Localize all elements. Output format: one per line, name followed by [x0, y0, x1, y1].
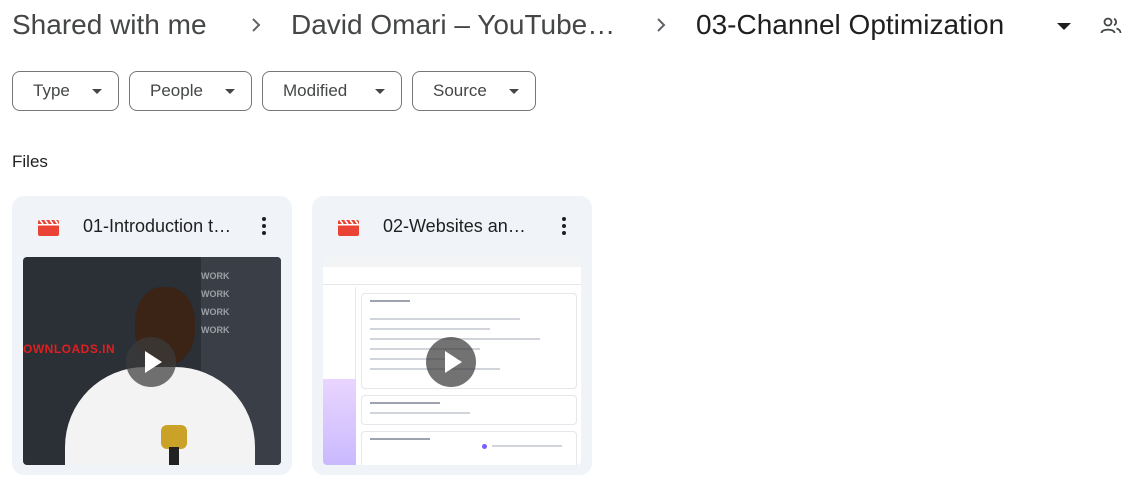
more-options-icon[interactable]: [552, 214, 576, 238]
video-thumbnail[interactable]: [323, 257, 581, 465]
chip-label: People: [150, 81, 203, 100]
file-card[interactable]: 01-Introduction to Channel Optimization …: [12, 196, 292, 475]
people-icon[interactable]: [1099, 14, 1123, 38]
thumb-nav-bar: [323, 275, 581, 285]
video-thumbnail[interactable]: WORK WORK WORK WORK OWNLOADS.IN: [23, 257, 281, 465]
thumb-panel: [361, 395, 577, 425]
caret-down-icon: [509, 89, 519, 94]
more-options-icon[interactable]: [252, 214, 276, 238]
source-filter-chip[interactable]: Source: [412, 71, 536, 111]
caret-down-icon: [92, 89, 102, 94]
play-button-icon[interactable]: [426, 337, 476, 387]
thumb-panel: [361, 431, 577, 465]
chip-label: Type: [33, 81, 70, 100]
people-filter-chip[interactable]: People: [129, 71, 252, 111]
breadcrumb-current-folder[interactable]: 03-Channel Optimization: [696, 6, 1046, 44]
caret-down-icon[interactable]: [1053, 17, 1075, 35]
caret-down-icon: [225, 89, 235, 94]
file-title: 01-Introduction to Channel Optimization: [83, 216, 233, 236]
thumb-overlay-text: WORK: [201, 307, 230, 317]
chevron-right-icon: [252, 18, 261, 32]
breadcrumb: Shared with me David Omari – YouTube Aut…: [0, 0, 1143, 50]
breadcrumb-parent-folder[interactable]: David Omari – YouTube Automation: [291, 6, 621, 44]
mic-stand: [169, 447, 179, 465]
thumb-overlay-text: WORK: [201, 289, 230, 299]
thumb-brand-text: OWNLOADS.IN: [23, 342, 116, 356]
thumb-url-bar: [323, 257, 581, 267]
thumb-overlay-text: WORK: [201, 271, 230, 281]
chip-label: Modified: [283, 81, 348, 100]
microphone-icon: [161, 425, 187, 449]
video-file-icon: [338, 219, 359, 236]
video-file-icon: [38, 219, 59, 236]
thumb-sidebar-highlight: [323, 379, 356, 465]
file-card[interactable]: 02-Websites and Tools: [312, 196, 592, 475]
caret-down-icon: [375, 89, 385, 94]
chip-label: Source: [433, 81, 487, 100]
file-title: 02-Websites and Tools: [383, 216, 533, 236]
thumb-overlay-text: WORK: [201, 325, 230, 335]
chevron-right-icon: [657, 18, 666, 32]
files-section-title: Files: [12, 152, 48, 171]
play-button-icon[interactable]: [126, 337, 176, 387]
type-filter-chip[interactable]: Type: [12, 71, 119, 111]
modified-filter-chip[interactable]: Modified: [262, 71, 402, 111]
breadcrumb-shared-with-me[interactable]: Shared with me: [12, 6, 232, 44]
